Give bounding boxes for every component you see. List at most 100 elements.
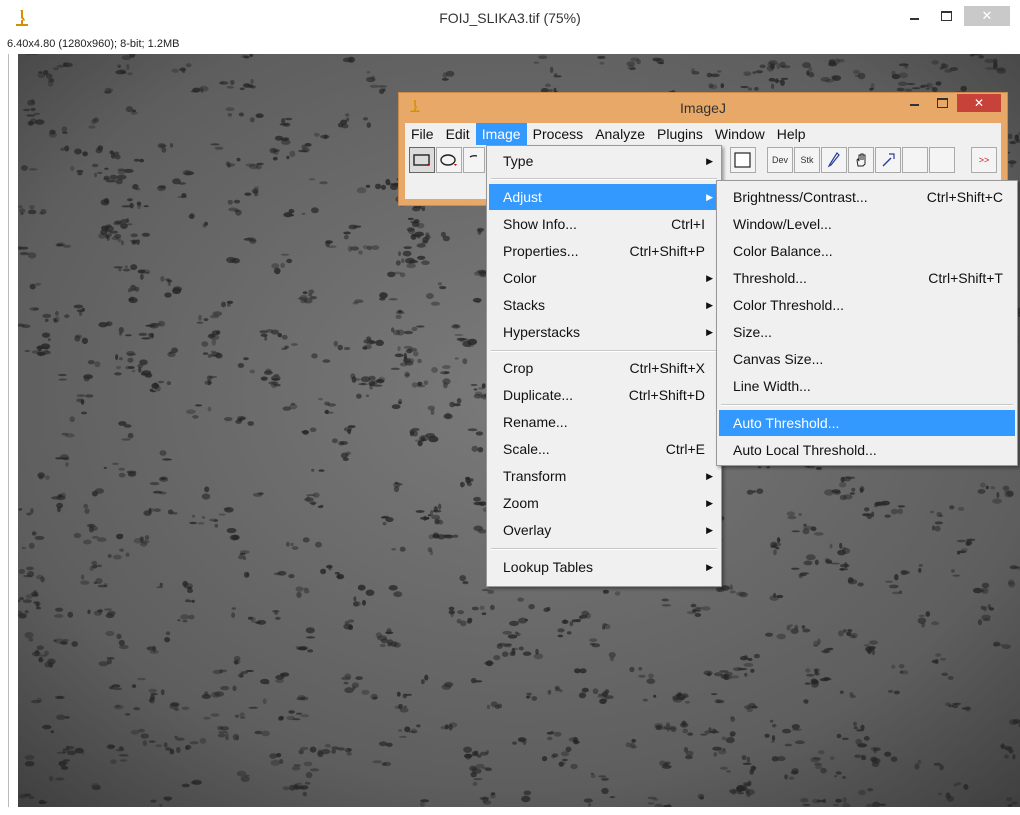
imagej-titlebar[interactable]: ImageJ ✕ <box>399 93 1007 119</box>
menu-item-label: Adjust <box>503 189 542 205</box>
image-window-title: FOIJ_SLIKA3.tif (75%) <box>439 10 581 26</box>
dropper-icon <box>827 152 840 168</box>
magic-wand-icon <box>882 153 895 167</box>
submenu-arrow-icon: ▶ <box>706 562 713 572</box>
menu-item-lookup-tables[interactable]: Lookup Tables ▶ <box>489 554 719 580</box>
maximize-icon <box>940 11 952 21</box>
menu-item-canvas-size[interactable]: Canvas Size... <box>719 346 1015 372</box>
menu-item-color-balance[interactable]: Color Balance... <box>719 238 1015 264</box>
menu-item-show-info[interactable]: Show Info... Ctrl+I <box>489 211 719 237</box>
menu-item-shortcut: Ctrl+Shift+P <box>629 243 705 259</box>
menu-item-label: Overlay <box>503 522 552 538</box>
menu-item-size[interactable]: Size... <box>719 319 1015 345</box>
menu-item-adjust[interactable]: Adjust ▶ <box>489 184 719 210</box>
imagej-close-button[interactable]: ✕ <box>957 94 1001 112</box>
menu-item-line-width[interactable]: Line Width... <box>719 373 1015 399</box>
menu-item-label: Type <box>503 153 534 169</box>
blank-tool-2[interactable] <box>929 147 955 173</box>
menu-item-shortcut: Ctrl+Shift+X <box>629 360 705 376</box>
image-menu: Type ▶ Adjust ▶ Show Info... Ctrl+I Prop… <box>486 145 722 587</box>
submenu-arrow-icon: ▶ <box>706 471 713 481</box>
menu-item-shortcut: Ctrl+Shift+C <box>926 189 1003 205</box>
stk-tool[interactable]: Stk <box>794 147 820 173</box>
menu-item-brightness-contrast[interactable]: Brightness/Contrast... Ctrl+Shift+C <box>719 184 1015 210</box>
menu-item-color-threshold[interactable]: Color Threshold... <box>719 292 1015 318</box>
image-window-titlebar[interactable]: FOIJ_SLIKA3.tif (75%) ✕ <box>0 0 1020 36</box>
close-icon: ✕ <box>973 96 985 110</box>
menu-item-label: Color Threshold... <box>733 297 845 313</box>
imagej-menubar: File Edit Image Process Analyze Plugins … <box>405 123 812 145</box>
close-button[interactable]: ✕ <box>964 6 1010 26</box>
menu-item-label: Transform <box>503 468 567 484</box>
submenu-arrow-icon: ▶ <box>706 525 713 535</box>
rectangle-tool[interactable] <box>409 147 435 173</box>
menu-item-scale[interactable]: Scale... Ctrl+E <box>489 436 719 462</box>
menu-item-label: Color Balance... <box>733 243 833 259</box>
menu-separator <box>721 404 1013 406</box>
menu-item-label: Hyperstacks <box>503 324 581 340</box>
blank-tool[interactable] <box>902 147 928 173</box>
menu-image[interactable]: Image <box>475 123 527 145</box>
menu-item-stacks[interactable]: Stacks ▶ <box>489 292 719 318</box>
menu-file[interactable]: File <box>405 123 440 145</box>
menu-item-label: Crop <box>503 360 534 376</box>
menu-item-hyperstacks[interactable]: Hyperstacks ▶ <box>489 319 719 345</box>
more-tools-label: >> <box>978 155 990 165</box>
menu-item-shortcut: Ctrl+Shift+T <box>928 270 1003 286</box>
dev-label: Dev <box>771 155 788 165</box>
menu-item-label: Scale... <box>503 441 550 457</box>
menu-item-crop[interactable]: Crop Ctrl+Shift+X <box>489 355 719 381</box>
submenu-arrow-icon: ▶ <box>706 192 713 202</box>
stk-label: Stk <box>800 155 814 165</box>
hand-tool[interactable] <box>848 147 874 173</box>
maximize-button[interactable] <box>932 6 960 26</box>
dev-tool[interactable]: Dev <box>767 147 793 173</box>
tool-blank[interactable] <box>730 147 756 173</box>
menu-item-color[interactable]: Color ▶ <box>489 265 719 291</box>
menu-item-auto-local-threshold[interactable]: Auto Local Threshold... <box>719 437 1015 463</box>
menu-edit[interactable]: Edit <box>440 123 476 145</box>
menu-item-rename[interactable]: Rename... <box>489 409 719 435</box>
menu-item-zoom[interactable]: Zoom ▶ <box>489 490 719 516</box>
menu-item-label: Zoom <box>503 495 539 511</box>
minimize-button[interactable] <box>900 6 928 26</box>
hand-icon <box>856 153 866 167</box>
menu-item-label: Lookup Tables <box>503 559 594 575</box>
menu-item-window-level[interactable]: Window/Level... <box>719 211 1015 237</box>
menu-item-label: Rename... <box>503 414 568 430</box>
menu-item-label: Threshold... <box>733 270 807 286</box>
menu-item-auto-threshold[interactable]: Auto Threshold... <box>719 410 1015 436</box>
imagej-minimize-button[interactable] <box>901 94 927 112</box>
window-border <box>8 54 9 807</box>
more-tools-button[interactable]: >> <box>971 147 997 173</box>
submenu-arrow-icon: ▶ <box>706 156 713 166</box>
submenu-arrow-icon: ▶ <box>706 498 713 508</box>
menu-window[interactable]: Window <box>709 123 771 145</box>
menu-item-label: Size... <box>733 324 772 340</box>
submenu-arrow-icon: ▶ <box>706 273 713 283</box>
pointer-tool[interactable] <box>875 147 901 173</box>
menu-analyze[interactable]: Analyze <box>589 123 651 145</box>
menu-item-label: Auto Threshold... <box>733 415 840 431</box>
menu-plugins[interactable]: Plugins <box>651 123 709 145</box>
menu-item-label: Canvas Size... <box>733 351 824 367</box>
adjust-submenu: Brightness/Contrast... Ctrl+Shift+C Wind… <box>716 180 1018 466</box>
pencil-tool[interactable] <box>821 147 847 173</box>
oval-tool[interactable] <box>436 147 462 173</box>
menu-item-label: Stacks <box>503 297 546 313</box>
menu-item-label: Auto Local Threshold... <box>733 442 877 458</box>
menu-item-overlay[interactable]: Overlay ▶ <box>489 517 719 543</box>
polygon-tool[interactable] <box>463 147 485 173</box>
menu-item-type[interactable]: Type ▶ <box>489 148 719 174</box>
window-bottom-edge <box>0 807 1020 815</box>
menu-item-threshold[interactable]: Threshold... Ctrl+Shift+T <box>719 265 1015 291</box>
imagej-maximize-button[interactable] <box>929 94 955 112</box>
menu-item-properties[interactable]: Properties... Ctrl+Shift+P <box>489 238 719 264</box>
menu-item-label: Line Width... <box>733 378 811 394</box>
menu-item-duplicate[interactable]: Duplicate... Ctrl+Shift+D <box>489 382 719 408</box>
menu-process[interactable]: Process <box>527 123 590 145</box>
menu-item-shortcut: Ctrl+E <box>665 441 705 457</box>
menu-item-label: Brightness/Contrast... <box>733 189 868 205</box>
menu-item-transform[interactable]: Transform ▶ <box>489 463 719 489</box>
menu-help[interactable]: Help <box>771 123 812 145</box>
